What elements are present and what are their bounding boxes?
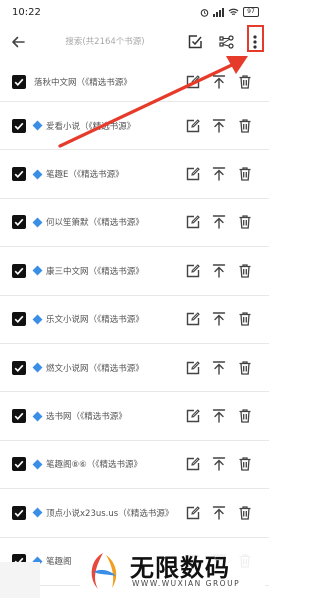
source-name: 乐文小说网（《精选书源》 — [46, 315, 144, 326]
source-type-icon — [32, 362, 43, 373]
list-item[interactable]: 乐文小说网（《精选书源》 — [0, 296, 269, 344]
move-to-top-icon[interactable] — [211, 408, 227, 424]
source-type-icon — [32, 507, 43, 518]
source-name: 爱看小说（《精选书源》 — [46, 121, 136, 132]
status-bar: 10:22 97 — [0, 0, 269, 24]
watermark-logo-icon — [91, 553, 117, 589]
delete-icon[interactable] — [237, 118, 253, 134]
edit-icon[interactable] — [185, 263, 201, 279]
source-type-icon — [32, 217, 43, 228]
source-type-icon — [32, 169, 43, 180]
delete-icon[interactable] — [237, 166, 253, 182]
source-checkbox[interactable] — [12, 215, 26, 230]
source-name: 顶点小说x23us.us（《精选书源》 — [46, 508, 174, 519]
edit-icon[interactable] — [185, 408, 201, 424]
move-to-top-icon[interactable] — [211, 74, 227, 90]
source-type-icon — [32, 314, 43, 325]
delete-icon[interactable] — [237, 263, 253, 279]
source-checkbox[interactable] — [12, 505, 26, 520]
edit-icon[interactable] — [185, 166, 201, 182]
list-item[interactable]: 燃文小说网（《精选书源》 — [0, 344, 269, 393]
delete-icon[interactable] — [237, 311, 253, 327]
back-arrow-icon[interactable] — [10, 34, 26, 50]
battery-icon: 97 — [243, 7, 259, 17]
list-item[interactable]: 笔趣E（《精选书源》 — [0, 150, 269, 199]
source-checkbox[interactable] — [12, 457, 26, 472]
move-to-top-icon[interactable] — [211, 214, 227, 230]
signal-icon — [213, 7, 224, 17]
source-checkbox[interactable] — [12, 167, 26, 182]
move-to-top-icon[interactable] — [211, 311, 227, 327]
source-name: 笔趣阁 — [46, 557, 72, 568]
list-item[interactable]: 爱看小说（《精选书源》 — [0, 102, 269, 151]
move-to-top-icon[interactable] — [211, 118, 227, 134]
watermark: 无限数码 WWW.WUXIAN GROUP — [80, 546, 265, 598]
source-name: 康三中文网（《精选书源》 — [46, 266, 144, 277]
watermark-cn-text: 无限数码 — [130, 554, 230, 582]
status-icons: 97 — [200, 7, 259, 17]
bottom-shade — [0, 562, 40, 598]
watermark-en-text: WWW.WUXIAN GROUP — [132, 579, 241, 588]
source-type-icon — [32, 265, 43, 276]
edit-icon[interactable] — [185, 74, 201, 90]
move-to-top-icon[interactable] — [211, 263, 227, 279]
move-to-top-icon[interactable] — [211, 456, 227, 472]
edit-icon[interactable] — [185, 118, 201, 134]
move-to-top-icon[interactable] — [211, 505, 227, 521]
edit-icon[interactable] — [185, 360, 201, 376]
list-item[interactable]: 康三中文网（《精选书源》 — [0, 247, 269, 296]
search-input[interactable] — [42, 32, 168, 52]
source-checkbox[interactable] — [12, 74, 26, 89]
source-checkbox[interactable] — [12, 312, 26, 327]
source-checkbox[interactable] — [12, 409, 26, 424]
alarm-icon — [200, 8, 209, 17]
source-checkbox[interactable] — [12, 118, 26, 133]
source-type-icon — [32, 120, 43, 131]
toolbar — [0, 24, 269, 60]
list-item[interactable]: 笔趣阁⑧⑥（《精选书源》 — [0, 441, 269, 490]
source-name: 笔趣E（《精选书源》 — [46, 170, 124, 181]
list-item[interactable]: 何以笙箫默（《精选书源》 — [0, 199, 269, 248]
source-name: 燃文小说网（《精选书源》 — [46, 363, 144, 374]
edit-icon[interactable] — [185, 505, 201, 521]
source-name: 何以笙箫默（《精选书源》 — [46, 218, 144, 229]
edit-icon[interactable] — [185, 214, 201, 230]
delete-icon[interactable] — [237, 456, 253, 472]
move-to-top-icon[interactable] — [211, 360, 227, 376]
source-checkbox[interactable] — [12, 263, 26, 278]
wifi-icon — [228, 8, 239, 15]
source-name: 选书网（《精选书源》 — [46, 412, 127, 423]
list-item[interactable]: 顶点小说x23us.us（《精选书源》 — [0, 489, 269, 538]
delete-icon[interactable] — [237, 74, 253, 90]
annotation-highlight-box — [247, 25, 264, 52]
edit-icon[interactable] — [185, 456, 201, 472]
move-to-top-icon[interactable] — [211, 166, 227, 182]
delete-icon[interactable] — [237, 505, 253, 521]
delete-icon[interactable] — [237, 408, 253, 424]
source-type-icon — [32, 411, 43, 421]
source-name: 笔趣阁⑧⑥（《精选书源》 — [46, 460, 142, 471]
batch-select-icon[interactable] — [186, 33, 204, 51]
source-name: 落秋中文网（《精选书源》 — [34, 77, 132, 88]
import-source-icon[interactable] — [218, 33, 236, 51]
delete-icon[interactable] — [237, 214, 253, 230]
source-checkbox[interactable] — [12, 360, 26, 375]
list-item[interactable]: 落秋中文网（《精选书源》 — [0, 62, 269, 102]
delete-icon[interactable] — [237, 360, 253, 376]
book-source-list: 落秋中文网（《精选书源》 爱看小说（《精选书源》 笔趣E（《精选书源》 何以笙箫… — [0, 62, 269, 586]
list-item[interactable]: 选书网（《精选书源》 — [0, 392, 269, 441]
status-time: 10:22 — [12, 6, 41, 18]
edit-icon[interactable] — [185, 311, 201, 327]
source-type-icon — [32, 459, 43, 470]
